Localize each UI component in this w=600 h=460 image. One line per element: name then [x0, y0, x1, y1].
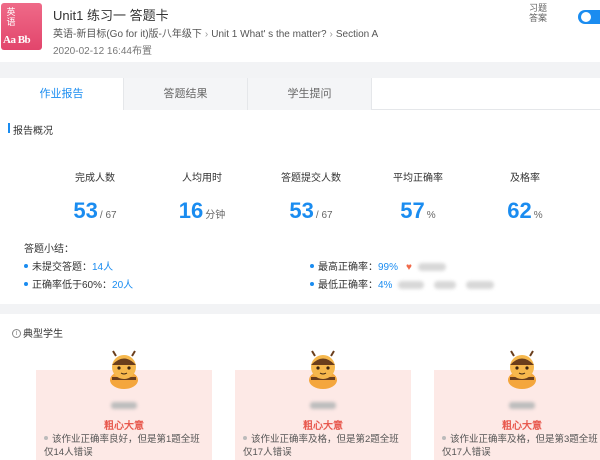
summary-lowest: 最低正确率：4% — [310, 276, 495, 291]
book-cover-icon: 英语 Aa Bb — [1, 3, 42, 50]
student-description: 该作业正确率及格，但是第3题全班仅17人错误 — [442, 434, 598, 458]
blurred-student-name — [398, 281, 425, 290]
section-title: 报告概况 — [8, 122, 53, 137]
summary-highest: 最高正确率：99% ♥ — [310, 258, 446, 273]
stat-avg-time: 人均用时 16 分钟 — [178, 173, 226, 223]
bee-mascot-icon — [505, 350, 539, 390]
student-type-label: 粗心大意 — [303, 421, 343, 432]
stat-submitted: 答题提交人数 53/ 67 — [281, 173, 341, 223]
tab-results[interactable]: 答题结果 — [124, 78, 248, 110]
assigned-date: 2020-02-12 16:44布置 — [53, 46, 152, 57]
page-title: Unit1 练习一 答题卡 — [53, 8, 169, 23]
student-type-label: 粗心大意 — [104, 421, 144, 432]
bee-mascot-icon — [306, 350, 340, 390]
heart-icon: ♥ — [406, 262, 412, 273]
breadcrumb-section[interactable]: Section A — [336, 29, 378, 40]
blurred-student-name — [310, 402, 336, 409]
breadcrumb-unit[interactable]: Unit 1 What' s the matter? — [211, 29, 326, 40]
blurred-student-name — [417, 263, 446, 272]
breadcrumb-textbook[interactable]: 英语-新目标(Go for it)版-八年级下 — [53, 29, 202, 40]
student-description: 该作业正确率良好，但是第1题全班仅14人错误 — [44, 434, 200, 458]
blurred-student-name — [434, 281, 457, 290]
breadcrumb: 英语-新目标(Go for it)版-八年级下 › Unit 1 What' s t… — [53, 29, 379, 40]
summary-label: 答题小结： — [24, 244, 74, 255]
tab-bar: 作业报告 答题结果 学生提问 — [0, 78, 600, 110]
assignment-header: 英语 Aa Bb Unit1 练习一 答题卡 英语-新目标(Go for it)… — [0, 0, 600, 62]
stat-avg-accuracy: 平均正确率 57% — [393, 173, 443, 223]
blurred-student-name — [466, 281, 495, 290]
report-overview-card: 报告概况 完成人数 53/ 67 人均用时 16 分钟 答题提交人数 53/ 67… — [0, 110, 600, 304]
info-icon: i — [12, 328, 21, 338]
blurred-student-name — [509, 402, 535, 409]
answer-toggle[interactable] — [578, 10, 600, 24]
stat-pass-rate: 及格率 62% — [507, 173, 543, 223]
stat-completed: 完成人数 53/ 67 — [73, 173, 117, 223]
summary-unsubmitted[interactable]: 未提交答题：14人 — [24, 258, 113, 273]
student-type-label: 粗心大意 — [502, 421, 542, 432]
bee-mascot-icon — [107, 350, 141, 390]
summary-below-60[interactable]: 正确率低于60%：20人 — [24, 276, 133, 291]
tab-report[interactable]: 作业报告 — [0, 78, 124, 110]
blurred-student-name — [111, 402, 137, 409]
tab-questions[interactable]: 学生提问 — [248, 78, 372, 110]
student-description: 该作业正确率及格，但是第2题全班仅17人错误 — [243, 434, 399, 458]
section-title: i 典型学生 — [12, 325, 63, 340]
answer-toggle-label: 习题答案 — [529, 3, 548, 23]
